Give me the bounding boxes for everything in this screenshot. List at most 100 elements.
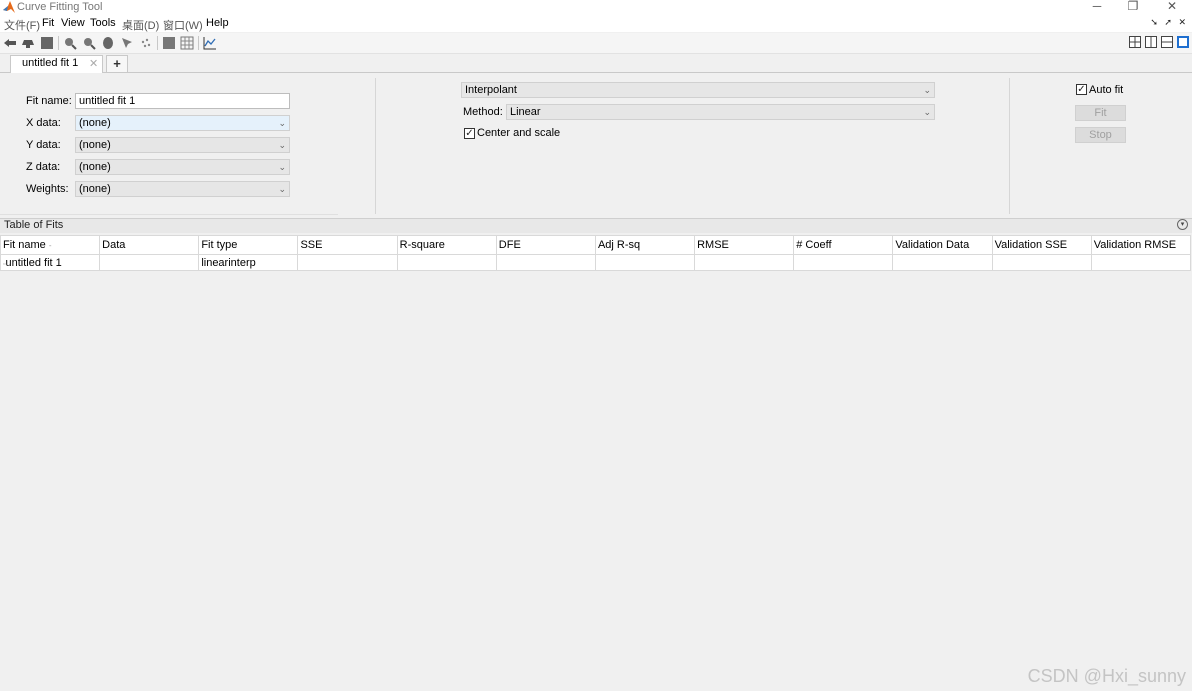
fits-table: Fit name - Data Fit type SSE R-square DF… — [0, 235, 1192, 271]
tab-strip — [0, 54, 1192, 73]
weights-label: Weights: — [26, 183, 69, 195]
menu-tools[interactable]: Tools — [90, 17, 116, 29]
matlab-logo-icon — [3, 1, 15, 13]
column-header-fit-type[interactable]: Fit type — [198, 235, 299, 255]
table-cell-fit-name[interactable]: ▫untitled fit 1 — [0, 254, 101, 271]
chevron-down-icon: ⌄ — [278, 162, 286, 172]
horizontal-split-icon[interactable] — [1161, 36, 1173, 48]
chevron-down-icon: ⌄ — [923, 107, 931, 117]
table-cell[interactable] — [694, 254, 795, 271]
table-header-row: Fit name - Data Fit type SSE R-square DF… — [0, 235, 1192, 255]
y-data-select[interactable]: (none) ⌄ — [75, 137, 290, 153]
fit-button[interactable]: Fit — [1075, 105, 1126, 121]
toolbar-separator — [198, 36, 199, 50]
panel-divider — [0, 214, 338, 215]
fit-type-select[interactable]: Interpolant ⌄ — [461, 82, 935, 98]
tab-label[interactable]: untitled fit 1 — [22, 57, 78, 69]
column-header-data[interactable]: Data — [99, 235, 200, 255]
pan-left-icon[interactable] — [3, 36, 17, 50]
auto-fit-label[interactable]: Auto fit — [1089, 84, 1123, 96]
column-header-validation-data[interactable]: Validation Data — [892, 235, 993, 255]
fit-type-value: Interpolant — [465, 84, 517, 96]
column-header-validation-sse[interactable]: Validation SSE — [991, 235, 1092, 255]
toolbar-separator — [58, 36, 59, 50]
toolbar — [0, 33, 1192, 54]
zoom-in-icon[interactable] — [63, 36, 77, 50]
data-cursor-icon[interactable] — [40, 36, 54, 50]
restore-button[interactable]: ❐ — [1121, 0, 1145, 14]
table-cell[interactable] — [99, 254, 200, 271]
weights-value: (none) — [79, 183, 111, 195]
collapse-icon[interactable]: ▾ — [1177, 219, 1188, 230]
column-header-validation-rmse[interactable]: Validation RMSE — [1090, 235, 1192, 255]
close-window-button[interactable]: ✕ — [1160, 0, 1184, 14]
table-cell[interactable] — [1090, 254, 1192, 271]
pan-right-icon[interactable] — [21, 36, 35, 50]
menu-fit[interactable]: Fit — [42, 17, 54, 29]
panel-divider — [1009, 78, 1010, 214]
column-header-fit-name[interactable]: Fit name - — [0, 235, 101, 255]
x-data-value: (none) — [79, 117, 111, 129]
column-header-sse[interactable]: SSE — [297, 235, 398, 255]
column-header-adj-r-sq[interactable]: Adj R-sq — [594, 235, 696, 255]
table-of-fits-title: Table of Fits — [4, 219, 64, 231]
stop-button[interactable]: Stop — [1075, 127, 1126, 143]
x-data-select[interactable]: (none) ⌄ — [75, 115, 290, 131]
chevron-down-icon: ⌄ — [278, 184, 286, 194]
zoom-out-icon[interactable] — [82, 36, 96, 50]
grid-icon[interactable] — [180, 36, 194, 50]
chevron-down-icon: ⌄ — [923, 85, 931, 95]
table-cell[interactable] — [594, 254, 696, 271]
column-header-coeff[interactable]: # Coeff — [793, 235, 894, 255]
fit-name-field[interactable]: untitled fit 1 — [75, 93, 290, 109]
method-label: Method: — [463, 106, 503, 118]
grid-layout-icon[interactable] — [1129, 36, 1141, 48]
method-value: Linear — [510, 106, 541, 118]
menu-help[interactable]: Help — [206, 17, 229, 29]
table-row[interactable]: ▫untitled fit 1 linearinterp — [0, 254, 1192, 271]
panel-divider — [375, 78, 376, 214]
table-cell[interactable] — [991, 254, 1092, 271]
toolbar-separator — [157, 36, 158, 50]
center-scale-checkbox[interactable]: ✓ — [464, 128, 475, 139]
x-data-label: X data: — [26, 117, 61, 129]
column-header-rmse[interactable]: RMSE — [694, 235, 795, 255]
residuals-plot-icon[interactable] — [203, 36, 217, 50]
chevron-down-icon: ⌄ — [278, 118, 286, 128]
single-layout-icon[interactable] — [1177, 36, 1189, 48]
z-data-select[interactable]: (none) ⌄ — [75, 159, 290, 175]
column-header-r-square[interactable]: R-square — [396, 235, 497, 255]
column-header-dfe[interactable]: DFE — [495, 235, 596, 255]
data-cursor-icon-2[interactable] — [120, 36, 134, 50]
method-select[interactable]: Linear ⌄ — [506, 104, 935, 120]
menu-window[interactable]: 窗口(W) — [163, 17, 203, 33]
minimize-button[interactable]: ─ — [1085, 0, 1109, 14]
y-data-value: (none) — [79, 139, 111, 151]
title-bar — [0, 0, 1192, 16]
sort-icon: - — [48, 241, 52, 250]
chevron-down-icon: ⌄ — [278, 140, 286, 150]
table-cell[interactable] — [495, 254, 596, 271]
fit-name-label: Fit name: — [26, 95, 72, 107]
menu-file[interactable]: 文件(F) — [4, 17, 40, 33]
table-cell[interactable] — [396, 254, 497, 271]
add-tab-button[interactable]: + — [106, 55, 128, 72]
table-cell[interactable] — [892, 254, 993, 271]
table-cell[interactable] — [793, 254, 894, 271]
pan-icon[interactable] — [101, 36, 115, 50]
weights-select[interactable]: (none) ⌄ — [75, 181, 290, 197]
legend-icon[interactable] — [162, 36, 176, 50]
table-cell[interactable] — [297, 254, 398, 271]
table-cell[interactable]: linearinterp — [198, 254, 299, 271]
table-of-fits-header — [0, 218, 1192, 233]
menu-desktop[interactable]: 桌面(D) — [122, 17, 159, 33]
center-scale-label[interactable]: Center and scale — [477, 127, 560, 139]
menu-view[interactable]: View — [61, 17, 85, 29]
auto-fit-checkbox[interactable]: ✓ — [1076, 84, 1087, 95]
exclude-outliers-icon[interactable] — [139, 36, 153, 50]
z-data-value: (none) — [79, 161, 111, 173]
table-empty-area — [0, 270, 1192, 691]
vertical-split-icon[interactable] — [1145, 36, 1157, 48]
tab-close-icon[interactable]: ✕ — [89, 57, 98, 70]
dock-controls[interactable]: ➘ ➚ ✕ — [1150, 17, 1188, 28]
